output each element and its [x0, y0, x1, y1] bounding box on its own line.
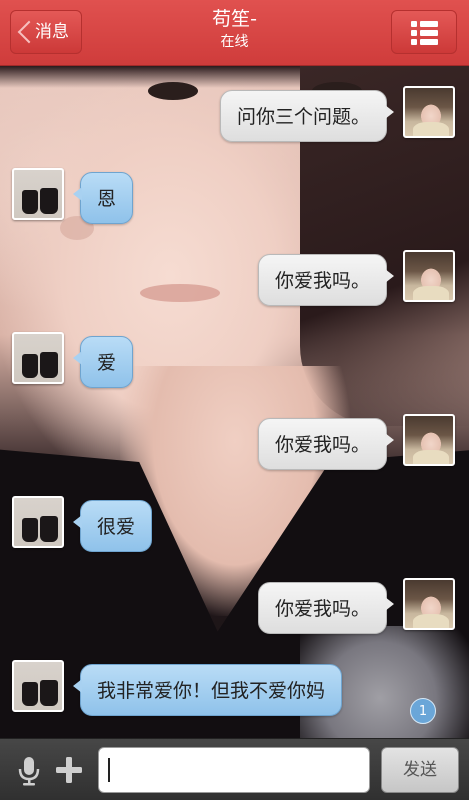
incoming-message-bubble[interactable]: 很爱 [72, 500, 153, 552]
contact-avatar[interactable] [12, 660, 64, 712]
back-button[interactable]: 消息 [10, 10, 82, 54]
menu-icon-line [420, 21, 438, 27]
send-button[interactable]: 发送 [381, 747, 459, 793]
my-avatar[interactable] [403, 578, 455, 630]
chat-header: 消息 苟笙- 在线 [0, 0, 469, 66]
my-avatar[interactable] [403, 86, 455, 138]
my-avatar[interactable] [403, 414, 455, 466]
menu-icon-bullet [411, 21, 417, 27]
message-text: 恩 [97, 188, 117, 210]
contact-name: 苟笙- [212, 8, 257, 30]
message-text: 你爱我吗。 [274, 434, 370, 456]
incoming-message-bubble[interactable]: 爱 [72, 336, 134, 388]
incoming-message-bubble[interactable]: 恩 [72, 172, 134, 224]
text-cursor [108, 758, 110, 782]
message-input[interactable] [98, 747, 370, 793]
contact-avatar[interactable] [12, 496, 64, 548]
menu-icon-line [420, 39, 438, 45]
outgoing-message-bubble[interactable]: 你爱我吗。 [257, 418, 395, 470]
microphone-icon[interactable] [16, 755, 42, 787]
chat-background-photo [0, 66, 469, 738]
message-text: 爱 [97, 352, 117, 374]
message-text: 问你三个问题。 [236, 106, 370, 128]
back-button-label: 消息 [35, 22, 69, 42]
menu-icon-line [420, 30, 438, 36]
background-eye-left [148, 82, 198, 100]
menu-icon-bullet [411, 39, 417, 45]
outgoing-message-bubble[interactable]: 问你三个问题。 [219, 90, 395, 142]
menu-icon-bullet [411, 30, 417, 36]
my-avatar[interactable] [403, 250, 455, 302]
outgoing-message-bubble[interactable]: 你爱我吗。 [257, 254, 395, 306]
contact-avatar[interactable] [12, 168, 64, 220]
message-text: 我非常爱你！但我不爱你妈 [97, 680, 326, 702]
plus-icon[interactable] [55, 756, 83, 784]
message-text: 你爱我吗。 [274, 598, 370, 620]
message-text: 你爱我吗。 [274, 270, 370, 292]
unread-count-badge[interactable]: 1 [410, 698, 436, 724]
incoming-message-bubble[interactable]: 我非常爱你！但我不爱你妈 [72, 664, 343, 716]
contact-status: 在线 [220, 34, 249, 50]
chat-title-area: 苟笙- 在线 [120, 6, 349, 52]
contact-menu-button[interactable] [391, 10, 457, 54]
contact-avatar[interactable] [12, 332, 64, 384]
message-input-bar: 发送 [0, 738, 469, 800]
background-lips [140, 284, 220, 302]
outgoing-message-bubble[interactable]: 你爱我吗。 [257, 582, 395, 634]
message-text: 很爱 [97, 516, 136, 538]
